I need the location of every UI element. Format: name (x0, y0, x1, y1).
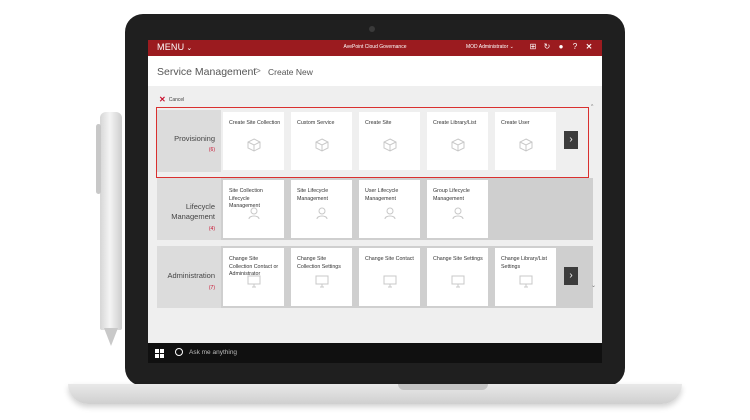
breadcrumb-current: Create New (268, 67, 313, 77)
settings-icon[interactable]: ● (557, 42, 565, 51)
brand-logo-icon[interactable]: ⨯ (585, 42, 593, 51)
user-name: MOD Administrator (466, 44, 509, 50)
cancel-button[interactable]: ✕ Cancel (159, 95, 184, 104)
cancel-label: Cancel (168, 97, 185, 103)
page-title[interactable]: Service Management (157, 66, 256, 78)
monitor-user-icon (451, 275, 465, 288)
topbar-icon-group: ⊞ ↻ ● ? ⨯ (529, 42, 593, 51)
refresh-icon[interactable]: ↻ (543, 42, 551, 51)
windows-start-icon[interactable] (155, 349, 164, 358)
row-name: Administration (167, 271, 215, 280)
apps-grid-icon[interactable]: ⊞ (529, 42, 537, 51)
vertical-scrollbar[interactable]: ^ ⌄ (591, 104, 597, 298)
selection-highlight (156, 107, 589, 178)
laptop-base (68, 384, 682, 404)
tile-label: Change Library/List Settings (501, 256, 547, 270)
next-page-button[interactable]: › (564, 267, 578, 285)
cortana-icon[interactable] (175, 348, 183, 356)
monitor-user-icon (519, 275, 533, 288)
user-icon (384, 207, 396, 220)
close-icon: ✕ (159, 95, 166, 104)
row-name: Lifecycle Management (171, 202, 215, 221)
chevron-down-icon: ⌄ (509, 44, 514, 50)
monitor-user-icon (383, 275, 397, 288)
tile-change-site-settings[interactable]: Change Site Settings (427, 248, 488, 306)
tile-label: Site Lifecycle Management (297, 188, 329, 202)
user-menu[interactable]: MOD Administrator ⌄ (466, 44, 514, 50)
breadcrumb-separator: > (255, 66, 261, 77)
tile-label: Change Site Collection Settings (297, 256, 341, 270)
monitor-user-icon (247, 275, 261, 288)
monitor-user-icon (315, 275, 329, 288)
stylus-tip (104, 328, 118, 346)
user-icon (452, 207, 464, 220)
tile-change-site-contact[interactable]: Change Site Contact (359, 248, 420, 306)
tile-group-lifecycle[interactable]: Group Lifecycle Management (427, 180, 488, 238)
user-icon (316, 207, 328, 220)
user-icon (248, 207, 260, 220)
top-navigation-bar: MENU ⌄ AvePoint Cloud Governance MOD Admi… (148, 40, 602, 56)
tile-label: Change Site Contact (365, 256, 414, 262)
scroll-up-icon[interactable]: ^ (591, 104, 593, 110)
row-label-administration: Administration (7) (157, 246, 221, 308)
row-count: (4) (208, 226, 215, 232)
page-header: Service Management > Create New (148, 56, 602, 86)
tile-site-lifecycle[interactable]: Site Lifecycle Management (291, 180, 352, 238)
tile-label: User Lifecycle Management (365, 188, 399, 202)
row-label-lifecycle-management: Lifecycle Management (4) (157, 178, 221, 240)
webcam (369, 26, 375, 32)
app-screen: MENU ⌄ AvePoint Cloud Governance MOD Admi… (148, 40, 602, 363)
taskbar-search-input[interactable]: Ask me anything (189, 349, 237, 356)
tile-site-collection-lifecycle[interactable]: Site Collection Lifecycle Management (223, 180, 284, 238)
tile-user-lifecycle[interactable]: User Lifecycle Management (359, 180, 420, 238)
scroll-down-icon[interactable]: ⌄ (591, 282, 596, 289)
tile-change-site-collection-contact[interactable]: Change Site Collection Contact or Admini… (223, 248, 284, 306)
help-icon[interactable]: ? (571, 42, 579, 51)
tile-label: Change Site Settings (433, 256, 483, 262)
stylus-pen (96, 112, 122, 346)
row-count: (7) (208, 285, 215, 291)
tile-label: Group Lifecycle Management (433, 188, 470, 202)
laptop-hinge-notch (398, 384, 488, 390)
tile-change-library-list-settings[interactable]: Change Library/List Settings (495, 248, 556, 306)
windows-taskbar: Ask me anything (148, 343, 602, 363)
stylus-clip (96, 124, 101, 194)
tile-change-site-collection-settings[interactable]: Change Site Collection Settings (291, 248, 352, 306)
